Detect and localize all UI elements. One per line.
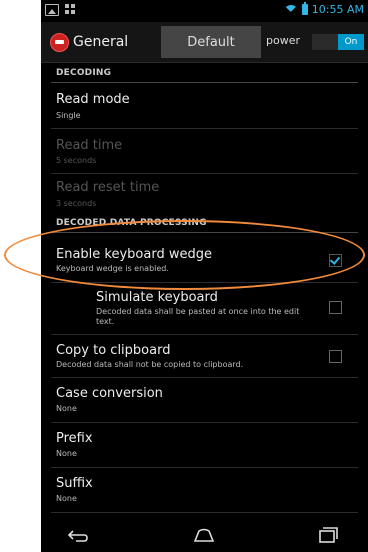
- divider: [51, 377, 358, 378]
- pref-summary: None: [56, 404, 77, 413]
- power-toggle[interactable]: On: [312, 34, 364, 50]
- pref-title: Suffix: [56, 476, 93, 491]
- divider: [51, 467, 358, 468]
- pref-read-reset-time[interactable]: Read reset time 3 seconds: [41, 174, 368, 218]
- pref-summary: Decoded data shall not be copied to clip…: [56, 360, 244, 369]
- home-icon[interactable]: [192, 525, 216, 545]
- pref-read-time[interactable]: Read time 5 seconds: [41, 129, 368, 173]
- pref-read-mode[interactable]: Read mode Single: [41, 84, 368, 128]
- action-bar-title[interactable]: General: [73, 34, 128, 50]
- app-icon[interactable]: [50, 33, 69, 52]
- simulate-keyboard-checkbox[interactable]: [329, 301, 342, 314]
- copy-clipboard-checkbox[interactable]: [329, 350, 342, 363]
- clock: 10:55 AM: [311, 3, 364, 16]
- pref-summary: None: [56, 449, 77, 458]
- highlight-annotation: [4, 220, 365, 290]
- pref-title: Case conversion: [56, 386, 163, 401]
- pref-summary: 5 seconds: [56, 156, 97, 165]
- action-bar: General Default power On: [41, 22, 368, 63]
- pref-title: Simulate keyboard: [96, 290, 218, 305]
- grid-notification-icon: [65, 4, 75, 14]
- section-header: DECODING: [56, 68, 112, 78]
- pref-title: Read time: [56, 138, 123, 153]
- divider: [51, 422, 358, 423]
- power-label: power: [266, 34, 300, 47]
- status-bar: 10:55 AM: [41, 0, 368, 22]
- pref-summary: Single: [56, 111, 81, 120]
- status-icons: 10:55 AM: [284, 2, 364, 16]
- pref-title: Read mode: [56, 92, 130, 107]
- notification-icons: [45, 4, 75, 16]
- pref-title: Prefix: [56, 431, 93, 446]
- preferences-list[interactable]: DECODING Read mode Single Read time 5 se…: [41, 63, 368, 519]
- navigation-bar: [41, 519, 368, 552]
- recent-apps-icon[interactable]: [316, 525, 340, 545]
- pref-simulate-keyboard[interactable]: Simulate keyboard Decoded data shall be …: [41, 284, 368, 332]
- section-decoding: DECODING: [41, 63, 368, 83]
- pref-prefix[interactable]: Prefix None: [41, 424, 368, 466]
- pref-summary: Decoded data shall be pasted at once int…: [96, 307, 300, 326]
- pref-case-conversion[interactable]: Case conversion None: [41, 379, 368, 421]
- pref-summary: None: [56, 494, 77, 503]
- battery-icon: [301, 2, 308, 15]
- pref-summary: 3 seconds: [56, 199, 97, 208]
- pref-title: Read reset time: [56, 180, 160, 195]
- screenshot-notification-icon: [45, 4, 59, 16]
- wifi-icon: [284, 5, 298, 15]
- divider: [51, 334, 358, 335]
- pref-suffix[interactable]: Suffix None: [41, 469, 368, 511]
- pref-copy-to-clipboard[interactable]: Copy to clipboard Decoded data shall not…: [41, 336, 368, 376]
- back-icon[interactable]: [66, 525, 90, 545]
- tab-default[interactable]: Default: [161, 26, 261, 58]
- toggle-on-label: On: [338, 34, 364, 50]
- pref-title: Copy to clipboard: [56, 343, 171, 358]
- divider: [51, 512, 358, 513]
